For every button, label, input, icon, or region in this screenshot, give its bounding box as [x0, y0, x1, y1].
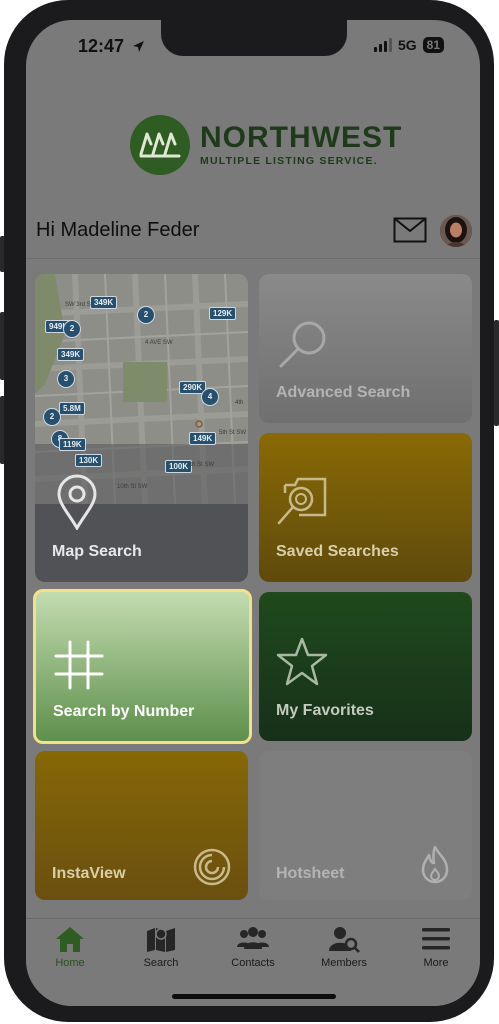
advanced-search-tile[interactable]: Advanced Search	[259, 274, 472, 423]
app-screen: 12:47 5G 81 NORTHWEST MULTIPLE LISTING S…	[26, 20, 480, 1006]
tab-contacts-label: Contacts	[231, 957, 275, 969]
mail-icon[interactable]	[393, 217, 427, 243]
my-favorites-tile[interactable]: My Favorites	[259, 592, 472, 741]
bottom-tab-bar: Home Search Contacts Members More	[26, 918, 480, 1006]
map-street-label: 10th St SW	[117, 484, 148, 490]
map-search-label: Map Search	[52, 543, 142, 560]
map-cluster-marker[interactable]: 2	[137, 306, 155, 324]
map-street-label: 6th St SW	[187, 462, 215, 468]
member-search-icon	[329, 927, 360, 953]
tab-members-label: Members	[321, 957, 367, 969]
phone-frame: 12:47 5G 81 NORTHWEST MULTIPLE LISTING S…	[4, 0, 494, 1022]
map-price-marker[interactable]: 349K	[57, 348, 85, 361]
map-street-label: 5th St SW	[219, 430, 247, 436]
instaview-tile[interactable]: InstaView	[35, 751, 248, 900]
logo-mark-icon	[130, 115, 190, 175]
map-street-label: SW 3rd St	[65, 302, 93, 308]
notch	[161, 20, 347, 56]
nwmls-logo: NORTHWEST MULTIPLE LISTING SERVICE.	[130, 115, 402, 175]
instaview-label: InstaView	[52, 865, 126, 882]
map-street-label: 4 AVE SW	[145, 340, 173, 346]
hotsheet-tile[interactable]: Hotsheet	[259, 751, 472, 900]
logo-title: NORTHWEST	[200, 121, 403, 154]
map-price-marker[interactable]: 5.8M	[59, 402, 85, 415]
map-search-tile[interactable]: 349K2129K949K2349K3290K425.8M8119K130K14…	[35, 274, 248, 582]
hotsheet-label: Hotsheet	[276, 865, 345, 882]
map-cluster-marker[interactable]: 3	[57, 370, 75, 388]
map-price-marker[interactable]: 349K	[90, 296, 118, 309]
greeting-text: Hi Madeline Feder	[36, 219, 200, 241]
map-street-label: 4th	[235, 400, 244, 406]
saved-search-icon	[277, 477, 327, 525]
tab-home-label: Home	[55, 957, 85, 969]
hash-icon	[54, 640, 104, 690]
battery-level: 81	[426, 38, 440, 52]
tab-members[interactable]: Members	[304, 925, 384, 969]
location-arrow-icon	[133, 41, 145, 52]
cellular-signal-icon	[373, 38, 392, 52]
power-button	[494, 320, 499, 426]
network-type: 5G	[397, 37, 417, 53]
battery-icon: 81	[422, 37, 444, 53]
saved-searches-label: Saved Searches	[276, 543, 399, 560]
home-icon	[56, 927, 84, 952]
contacts-group-icon	[237, 927, 269, 949]
tab-home[interactable]: Home	[30, 925, 110, 969]
tab-search[interactable]: Search	[121, 925, 201, 969]
home-indicator	[172, 994, 336, 999]
time-text: 12:47	[78, 36, 125, 56]
logo-subtitle: MULTIPLE LISTING SERVICE.	[200, 155, 378, 167]
map-price-marker[interactable]: 130K	[75, 454, 103, 467]
tab-search-label: Search	[143, 957, 179, 969]
map-pin-icon	[57, 474, 97, 530]
map-price-marker[interactable]: 129K	[209, 307, 237, 320]
magnifier-icon	[279, 321, 326, 368]
search-by-number-tile[interactable]: Search by Number	[33, 589, 252, 744]
saved-searches-tile[interactable]: Saved Searches	[259, 433, 472, 582]
status-time: 12:47	[78, 36, 145, 57]
status-indicators: 5G 81	[373, 37, 444, 53]
tab-contacts[interactable]: Contacts	[213, 925, 293, 969]
map-price-marker[interactable]: 149K	[189, 432, 217, 445]
my-favorites-label: My Favorites	[276, 702, 374, 719]
map-icon	[147, 928, 175, 952]
search-by-number-label: Search by Number	[53, 703, 195, 720]
tab-more-label: More	[423, 957, 449, 969]
map-cluster-marker[interactable]: 4	[201, 388, 219, 406]
map-cluster-marker[interactable]: 2	[63, 320, 81, 338]
menu-icon	[422, 928, 450, 950]
user-avatar[interactable]	[440, 215, 472, 247]
tab-more[interactable]: More	[396, 925, 476, 969]
flame-icon	[421, 845, 449, 884]
header-divider	[26, 258, 480, 259]
map-price-marker[interactable]: 119K	[59, 438, 86, 451]
instaview-radar-icon	[193, 848, 231, 886]
advanced-search-label: Advanced Search	[276, 384, 411, 401]
map-markers: 349K2129K949K2349K3290K425.8M8119K130K14…	[35, 274, 248, 582]
star-icon	[276, 637, 328, 686]
